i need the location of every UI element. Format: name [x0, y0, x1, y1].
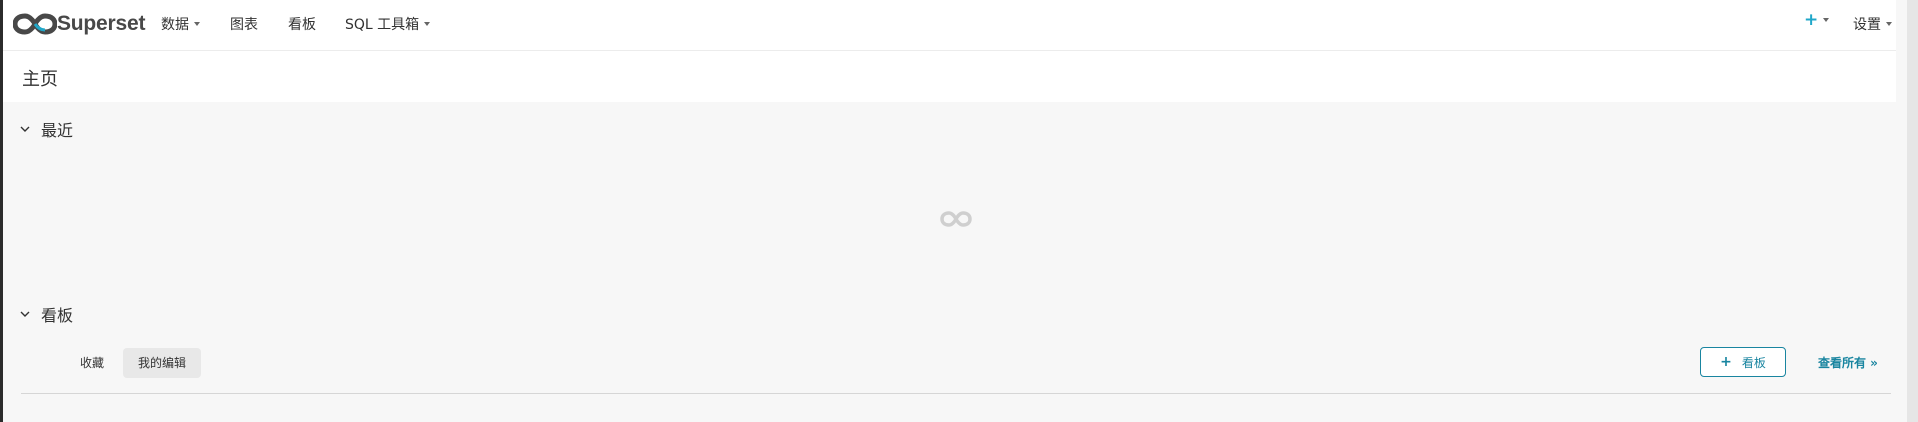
dashboards-tabs: 收藏 我的编辑	[65, 348, 205, 378]
superset-logo-icon	[13, 13, 57, 35]
view-all-link[interactable]: 查看所有 »	[1818, 354, 1878, 371]
section-divider	[21, 393, 1891, 394]
plus-icon: +	[1720, 354, 1732, 370]
nav-menu-dashboards-label: 看板	[288, 17, 316, 33]
window-scrollbar[interactable]	[1907, 0, 1918, 422]
settings-menu-label: 设置	[1853, 17, 1881, 33]
page-header: 主页	[3, 51, 1896, 102]
section-recent-title: 最近	[41, 121, 74, 140]
tab-favorites[interactable]: 收藏	[65, 348, 119, 378]
nav-menu-charts-label: 图表	[230, 17, 258, 33]
top-navbar: Superset 数据 图表 看板 SQL 工具箱 + 设置	[3, 0, 1896, 51]
brand-name: Superset	[57, 12, 146, 35]
add-dashboard-button[interactable]: + 看板	[1700, 347, 1786, 377]
section-dashboards-header[interactable]: 看板	[19, 302, 73, 326]
nav-menu-sql-lab-label: SQL 工具箱	[345, 17, 420, 33]
new-menu-button[interactable]: +	[1804, 10, 1830, 30]
settings-menu[interactable]: 设置	[1853, 14, 1892, 34]
nav-menu-data[interactable]: 数据	[161, 14, 200, 34]
chevron-down-icon	[20, 126, 30, 132]
caret-down-icon	[1823, 18, 1830, 22]
app-window: Superset 数据 图表 看板 SQL 工具箱 + 设置 主页 最近 看板 …	[0, 0, 1918, 422]
nav-menu-sql-lab[interactable]: SQL 工具箱	[345, 14, 431, 34]
brand-logo[interactable]: Superset	[13, 8, 145, 40]
caret-down-icon	[194, 22, 200, 26]
chevron-down-icon	[20, 311, 30, 317]
tab-my-edits[interactable]: 我的编辑	[123, 348, 202, 378]
loading-spinner-icon	[940, 211, 972, 227]
section-dashboards-title: 看板	[41, 306, 74, 325]
nav-menu-dashboards[interactable]: 看板	[288, 14, 316, 34]
nav-menu-data-label: 数据	[161, 17, 189, 33]
add-dashboard-label: 看板	[1741, 355, 1766, 370]
nav-menu-charts[interactable]: 图表	[230, 14, 258, 34]
plus-icon: +	[1804, 10, 1819, 30]
caret-down-icon	[424, 22, 431, 26]
page-title: 主页	[22, 69, 58, 90]
caret-down-icon	[1886, 22, 1892, 26]
section-recent-header[interactable]: 最近	[19, 117, 73, 141]
